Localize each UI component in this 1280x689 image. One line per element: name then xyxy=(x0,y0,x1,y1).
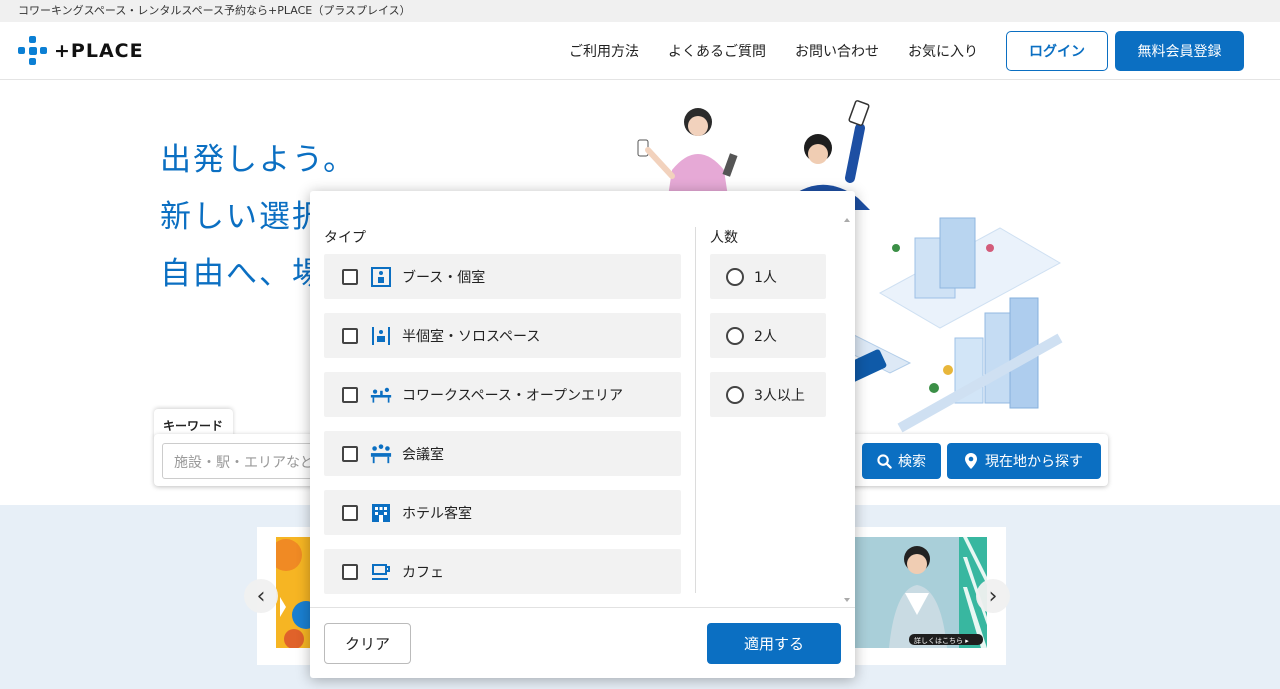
register-button[interactable]: 無料会員登録 xyxy=(1115,31,1244,71)
current-location-button[interactable]: 現在地から探す xyxy=(947,443,1101,479)
chevron-left-icon: ‹ xyxy=(256,583,266,609)
checkbox[interactable] xyxy=(342,445,358,462)
site-tagline-bar: コワーキングスペース・レンタルスペース予約なら+PLACE（プラスプレイス） xyxy=(0,0,1280,22)
hero-headline-line-2: 新しい選択 xyxy=(160,199,325,235)
checkbox[interactable] xyxy=(342,327,358,344)
semi-private-icon xyxy=(370,325,392,347)
capacity-option-1[interactable]: 1人 xyxy=(710,254,826,299)
capacity-option-label: 2人 xyxy=(754,328,777,345)
capacity-option-3-plus[interactable]: 3人以上 xyxy=(710,372,826,417)
site-logo[interactable]: +PLACE xyxy=(18,36,144,66)
radio-button[interactable] xyxy=(726,385,744,404)
type-option-label: ブース・個室 xyxy=(402,269,486,286)
type-option-hotel[interactable]: ホテル客室 xyxy=(324,490,681,535)
promo-artwork xyxy=(276,539,312,648)
login-button[interactable]: ログイン xyxy=(1006,31,1108,71)
detail-badge: 詳しくはこちら ▸ xyxy=(914,636,969,645)
carousel-next-button[interactable]: › xyxy=(976,579,1010,613)
type-option-booth[interactable]: ブース・個室 xyxy=(324,254,681,299)
banner-promo-left[interactable] xyxy=(276,537,312,648)
cowork-icon xyxy=(370,384,392,406)
type-option-semi-private[interactable]: 半個室・ソロスペース xyxy=(324,313,681,358)
capacity-heading: 人数 xyxy=(710,230,738,246)
checkbox[interactable] xyxy=(342,504,358,521)
type-option-label: 会議室 xyxy=(402,446,444,463)
checkbox[interactable] xyxy=(342,386,358,403)
capacity-option-label: 1人 xyxy=(754,269,777,286)
map-pin-icon xyxy=(965,453,977,469)
modal-footer: クリア 適用する xyxy=(310,607,855,678)
capacity-option-2[interactable]: 2人 xyxy=(710,313,826,358)
capacity-option-label: 3人以上 xyxy=(754,387,805,404)
column-divider xyxy=(695,227,696,593)
modal-scrollbar[interactable] xyxy=(841,213,853,607)
chevron-right-icon: › xyxy=(988,583,998,609)
site-header: +PLACE ご利用方法 よくあるご質問 お問い合わせ お気に入り ログイン 無… xyxy=(0,22,1280,80)
apply-button[interactable]: 適用する xyxy=(707,623,841,664)
type-option-label: 半個室・ソロスペース xyxy=(402,328,541,345)
clear-button[interactable]: クリア xyxy=(324,623,411,664)
nav-favorites[interactable]: お気に入り xyxy=(908,41,978,61)
type-option-label: ホテル客室 xyxy=(402,505,472,522)
type-option-label: カフェ xyxy=(402,564,444,581)
type-option-meeting-room[interactable]: 会議室 xyxy=(324,431,681,476)
meeting-room-icon xyxy=(370,443,392,465)
scroll-down-icon[interactable] xyxy=(844,598,850,602)
type-option-label: コワークスペース・オープンエリア xyxy=(402,387,624,404)
main-nav: ご利用方法 よくあるご質問 お問い合わせ お気に入り xyxy=(569,22,978,80)
current-location-label: 現在地から探す xyxy=(985,454,1083,470)
scroll-up-icon[interactable] xyxy=(844,218,850,222)
carousel-prev-button[interactable]: ‹ xyxy=(244,579,278,613)
radio-button[interactable] xyxy=(726,267,744,286)
banner-promo-right[interactable]: 詳しくはこちら ▸ xyxy=(855,537,987,648)
keyword-input[interactable]: 施設・駅・エリアなど xyxy=(162,443,322,479)
promo-photo: 詳しくはこちら ▸ xyxy=(855,537,987,648)
hotel-icon xyxy=(370,502,392,524)
radio-button[interactable] xyxy=(726,326,744,345)
logo-mark-icon xyxy=(18,36,48,66)
search-icon xyxy=(877,453,892,469)
type-heading: タイプ xyxy=(324,230,366,246)
site-tagline: コワーキングスペース・レンタルスペース予約なら+PLACE（プラスプレイス） xyxy=(18,4,411,17)
type-option-cafe[interactable]: カフェ xyxy=(324,549,681,594)
filter-modal: タイプ 人数 ブース・個室 半個室・ソロスペース コワークスペース・オープンエリ… xyxy=(310,191,855,678)
cafe-icon xyxy=(370,561,392,583)
hero-headline-line-3: 自由へ、場 xyxy=(160,256,325,292)
booth-icon xyxy=(370,266,392,288)
nav-how-to-use[interactable]: ご利用方法 xyxy=(569,41,639,61)
search-button[interactable]: 検索 xyxy=(862,443,941,479)
checkbox[interactable] xyxy=(342,563,358,580)
checkbox[interactable] xyxy=(342,268,358,285)
logo-text: +PLACE xyxy=(54,40,144,62)
nav-faq[interactable]: よくあるご質問 xyxy=(668,41,766,61)
search-button-label: 検索 xyxy=(898,454,926,470)
type-option-coworking[interactable]: コワークスペース・オープンエリア xyxy=(324,372,681,417)
nav-contact[interactable]: お問い合わせ xyxy=(795,41,879,61)
hero-headline-line-1: 出発しよう。 xyxy=(160,142,357,178)
